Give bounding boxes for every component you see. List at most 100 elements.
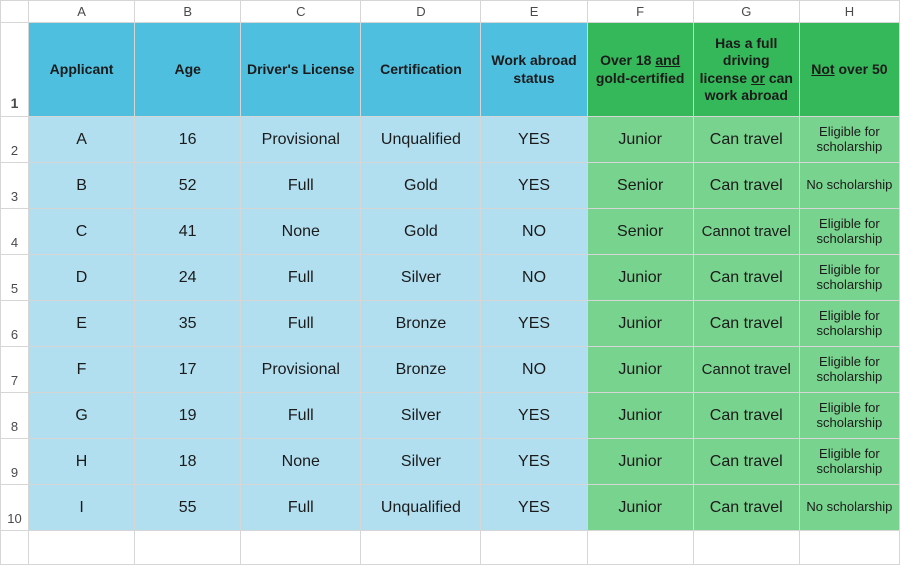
cell-h[interactable]: No scholarship — [799, 485, 899, 531]
cell[interactable] — [135, 531, 241, 565]
cell-applicant[interactable]: G — [29, 393, 135, 439]
cell-g[interactable]: Cannot travel — [693, 347, 799, 393]
cell-f[interactable]: Junior — [587, 485, 693, 531]
cell-license[interactable]: Full — [241, 163, 361, 209]
cell-f[interactable]: Junior — [587, 255, 693, 301]
cell-f[interactable]: Junior — [587, 439, 693, 485]
col-letter[interactable]: H — [799, 1, 899, 23]
cell-cert[interactable]: Silver — [361, 393, 481, 439]
cell[interactable] — [587, 531, 693, 565]
cell[interactable] — [29, 531, 135, 565]
cell-applicant[interactable]: H — [29, 439, 135, 485]
cell-g[interactable]: Can travel — [693, 163, 799, 209]
header-has-full-license[interactable]: Has a full driving license or can work a… — [693, 23, 799, 117]
cell-license[interactable]: Full — [241, 393, 361, 439]
cell-f[interactable]: Junior — [587, 301, 693, 347]
row-number[interactable]: 4 — [1, 209, 29, 255]
cell-license[interactable]: Full — [241, 255, 361, 301]
col-letter[interactable]: D — [361, 1, 481, 23]
cell-cert[interactable]: Silver — [361, 439, 481, 485]
cell-cert[interactable]: Bronze — [361, 301, 481, 347]
header-not-over-50[interactable]: Not over 50 — [799, 23, 899, 117]
cell-cert[interactable]: Unqualified — [361, 485, 481, 531]
cell-h[interactable]: Eligible for scholarship — [799, 301, 899, 347]
cell-abroad[interactable]: YES — [481, 439, 587, 485]
cell-age[interactable]: 52 — [135, 163, 241, 209]
cell-h[interactable]: Eligible for scholarship — [799, 255, 899, 301]
cell-license[interactable]: Full — [241, 485, 361, 531]
cell-applicant[interactable]: D — [29, 255, 135, 301]
cell-h[interactable]: Eligible for scholarship — [799, 117, 899, 163]
cell-age[interactable]: 17 — [135, 347, 241, 393]
col-letter[interactable]: G — [693, 1, 799, 23]
cell-license[interactable]: Full — [241, 301, 361, 347]
row-number[interactable]: 2 — [1, 117, 29, 163]
cell-abroad[interactable]: NO — [481, 347, 587, 393]
row-number[interactable]: 7 — [1, 347, 29, 393]
cell-h[interactable]: Eligible for scholarship — [799, 209, 899, 255]
cell-age[interactable]: 16 — [135, 117, 241, 163]
col-letter[interactable]: B — [135, 1, 241, 23]
cell-abroad[interactable]: YES — [481, 301, 587, 347]
cell-age[interactable]: 35 — [135, 301, 241, 347]
cell-h[interactable]: Eligible for scholarship — [799, 439, 899, 485]
cell-g[interactable]: Can travel — [693, 485, 799, 531]
cell-f[interactable]: Junior — [587, 393, 693, 439]
row-number[interactable]: 9 — [1, 439, 29, 485]
cell-license[interactable]: Provisional — [241, 117, 361, 163]
cell[interactable] — [361, 531, 481, 565]
cell-age[interactable]: 41 — [135, 209, 241, 255]
header-age[interactable]: Age — [135, 23, 241, 117]
cell-f[interactable]: Junior — [587, 347, 693, 393]
cell-abroad[interactable]: YES — [481, 117, 587, 163]
cell-age[interactable]: 18 — [135, 439, 241, 485]
header-work-abroad[interactable]: Work abroad status — [481, 23, 587, 117]
col-letter[interactable]: E — [481, 1, 587, 23]
cell-g[interactable]: Can travel — [693, 393, 799, 439]
cell-age[interactable]: 55 — [135, 485, 241, 531]
cell-g[interactable]: Can travel — [693, 255, 799, 301]
header-over18-gold[interactable]: Over 18 and gold-certified — [587, 23, 693, 117]
cell-h[interactable]: No scholarship — [799, 163, 899, 209]
row-number[interactable] — [1, 531, 29, 565]
cell-f[interactable]: Junior — [587, 117, 693, 163]
cell-cert[interactable]: Bronze — [361, 347, 481, 393]
spreadsheet-grid[interactable]: A B C D E F G H 1 Applicant Age Driver's… — [0, 0, 900, 565]
cell-cert[interactable]: Unqualified — [361, 117, 481, 163]
row-number[interactable]: 10 — [1, 485, 29, 531]
cell-f[interactable]: Senior — [587, 209, 693, 255]
cell-cert[interactable]: Gold — [361, 209, 481, 255]
row-number[interactable]: 8 — [1, 393, 29, 439]
cell-license[interactable]: Provisional — [241, 347, 361, 393]
cell-applicant[interactable]: C — [29, 209, 135, 255]
cell-cert[interactable]: Gold — [361, 163, 481, 209]
cell-g[interactable]: Can travel — [693, 301, 799, 347]
cell-g[interactable]: Can travel — [693, 117, 799, 163]
header-applicant[interactable]: Applicant — [29, 23, 135, 117]
cell-applicant[interactable]: E — [29, 301, 135, 347]
col-letter[interactable]: F — [587, 1, 693, 23]
cell-abroad[interactable]: YES — [481, 485, 587, 531]
cell-h[interactable]: Eligible for scholarship — [799, 347, 899, 393]
cell-abroad[interactable]: NO — [481, 255, 587, 301]
row-number[interactable]: 6 — [1, 301, 29, 347]
cell-license[interactable]: None — [241, 209, 361, 255]
cell-g[interactable]: Cannot travel — [693, 209, 799, 255]
col-letter[interactable]: C — [241, 1, 361, 23]
cell-g[interactable]: Can travel — [693, 439, 799, 485]
header-certification[interactable]: Certification — [361, 23, 481, 117]
cell[interactable] — [799, 531, 899, 565]
row-number[interactable]: 5 — [1, 255, 29, 301]
cell[interactable] — [241, 531, 361, 565]
col-letter[interactable]: A — [29, 1, 135, 23]
cell-license[interactable]: None — [241, 439, 361, 485]
header-license[interactable]: Driver's License — [241, 23, 361, 117]
cell-age[interactable]: 19 — [135, 393, 241, 439]
cell-abroad[interactable]: NO — [481, 209, 587, 255]
cell[interactable] — [693, 531, 799, 565]
row-number[interactable]: 1 — [1, 23, 29, 117]
cell-applicant[interactable]: B — [29, 163, 135, 209]
cell[interactable] — [481, 531, 587, 565]
cell-applicant[interactable]: F — [29, 347, 135, 393]
cell-applicant[interactable]: A — [29, 117, 135, 163]
